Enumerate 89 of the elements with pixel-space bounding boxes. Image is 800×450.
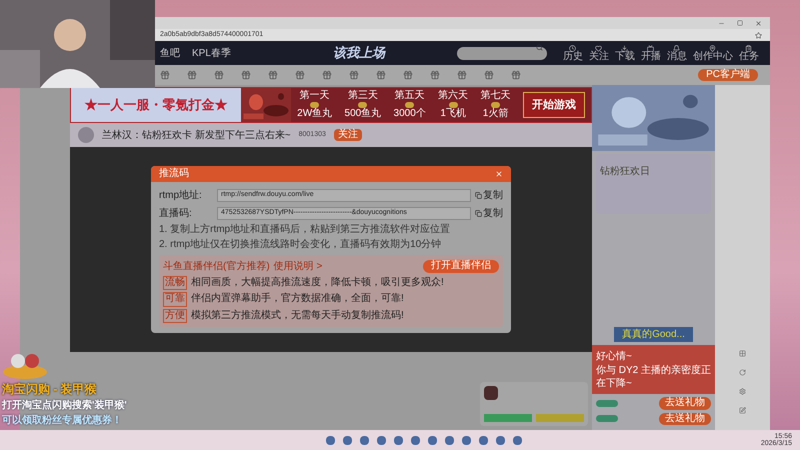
clock-icon [569,44,576,52]
reward-icon [448,102,458,108]
gift-icon[interactable] [241,70,251,80]
stream-title: 兰林汉：钻粉狂欢卡 新发型下午三点右来~ [102,128,291,142]
maximize-icon[interactable] [737,20,743,26]
day-label: 第三天 [348,91,378,101]
search-icon[interactable] [536,44,543,51]
nav-action[interactable]: 历史 [562,44,583,62]
day-label: 第六天 [438,91,468,101]
settings-icon[interactable] [739,388,746,395]
banner-slogan: ★一人一服・零氪打金★ [84,96,228,114]
gift-icon[interactable] [214,70,224,80]
copy-button[interactable]: 复制 [475,188,503,203]
gift-icon[interactable] [484,70,494,80]
copy-icon [475,192,482,199]
promo-title: 斗鱼直播伴侣(官方推荐) [163,260,270,274]
pin-icon [709,44,716,52]
tv-icon [647,44,654,52]
start-game-button[interactable]: 开始游戏 [522,92,585,118]
reward-label: 3000个 [394,109,426,119]
edit-icon[interactable] [739,407,746,414]
day-label: 第一天 [300,91,330,101]
nav-action[interactable]: 创作中心 [692,44,733,62]
gift-icon[interactable] [187,70,197,80]
refresh-icon[interactable] [739,369,746,376]
fan-badge [596,415,618,422]
feature-text: 相同画质，大幅提高推流速度，降低卡顿，吸引更多观众! [191,276,444,290]
follow-button[interactable]: 关注 [334,128,362,142]
heart-icon [595,44,602,52]
gift-icon[interactable] [457,70,467,80]
nav-action[interactable]: 消息 [666,44,687,62]
gift-icon[interactable] [322,70,332,80]
nav-action[interactable]: 任务 [738,44,759,62]
send-gift-button[interactable]: 去送礼物 [659,397,711,410]
overlay-line: 打开淘宝点闪购搜索'装甲猴' [2,398,127,413]
nav-action[interactable]: 开播 [640,44,661,62]
bell-icon [673,44,680,52]
nav-action[interactable]: 关注 [588,44,609,62]
dialog-title: 推流码 [159,166,190,182]
reward-icon [310,102,320,108]
feature-tag: 可靠 [163,292,187,307]
day-label: 第五天 [394,91,425,101]
reward-label: 1飞机 [440,109,466,119]
pc-client-button[interactable]: PC客户端 [698,68,758,82]
feature-tag: 流畅 [163,276,187,290]
day-label: 第七天 [480,91,510,101]
notice-title: 好心情~ [596,350,633,364]
floating-banner-text: 真真的Good... [614,327,693,342]
reward-icon [405,102,414,108]
download-icon [621,44,628,52]
reward-label: 500鱼丸 [344,109,382,119]
close-icon[interactable] [755,20,762,26]
feature-text: 伴侣内置弹幕助手，官方数据准确，全面，可靠! [191,293,404,306]
gift-icon[interactable] [430,70,440,80]
field-label: rtmp地址: [159,188,203,203]
clipboard-icon [745,44,752,52]
copy-icon [475,210,482,217]
open-companion-button[interactable]: 打开直播伴侣 [423,260,499,272]
rank-title: 钻粉狂欢日 [600,166,650,177]
gift-icon[interactable] [160,70,170,80]
instruction-text: 2. rtmp地址仅在切换推流线路时会变化，直播码有效期为10分钟 [159,239,442,252]
feature-tag: 方便 [163,308,187,324]
field-label: 直播码: [159,206,193,221]
copy-button[interactable]: 复制 [475,206,503,221]
gift-icon[interactable] [349,70,359,80]
instruction-text: 1. 复制上方rtmp地址和直播码后，粘贴到第三方推流软件对应位置 [159,224,452,236]
nav-link[interactable]: 鱼吧 [160,46,180,60]
grid-icon[interactable] [739,350,746,357]
reward-label: 2W鱼丸 [297,109,332,119]
favorite-icon[interactable] [755,32,762,38]
reward-icon [490,102,500,108]
reward-icon [358,102,368,108]
overlay-line: 可以领取粉丝专属优惠券！ [2,414,122,428]
nav-link[interactable]: KPL春季 [192,46,231,60]
gift-icon[interactable] [376,70,386,80]
gift-icon[interactable] [268,70,278,80]
game-icon [484,386,498,400]
event-logo: 该我上场 [332,44,385,62]
gift-icon[interactable] [403,70,413,80]
gift-icon[interactable] [295,70,305,80]
gift-icon[interactable] [511,70,521,80]
send-gift-button[interactable]: 去送礼物 [659,412,711,425]
game-banner[interactable]: ★一人一服・零氪打金★ 第一天 2W鱼丸 第三天 500鱼丸 第五天 3000个 第六天 1飞机 第七天 1火箭 开始游戏 [70,87,592,123]
reward-label: 1火箭 [482,109,508,119]
overlay-title: 淘宝闪购 - 装甲猴 [2,381,97,398]
feature-text: 模拟第三方推流模式，无需每天手动复制推流码! [191,310,404,322]
fan-badge [596,400,618,407]
nav-action[interactable]: 下载 [614,44,635,62]
notice-text: 你与 DY2 主播的亲密度正在下降~ [596,365,711,390]
